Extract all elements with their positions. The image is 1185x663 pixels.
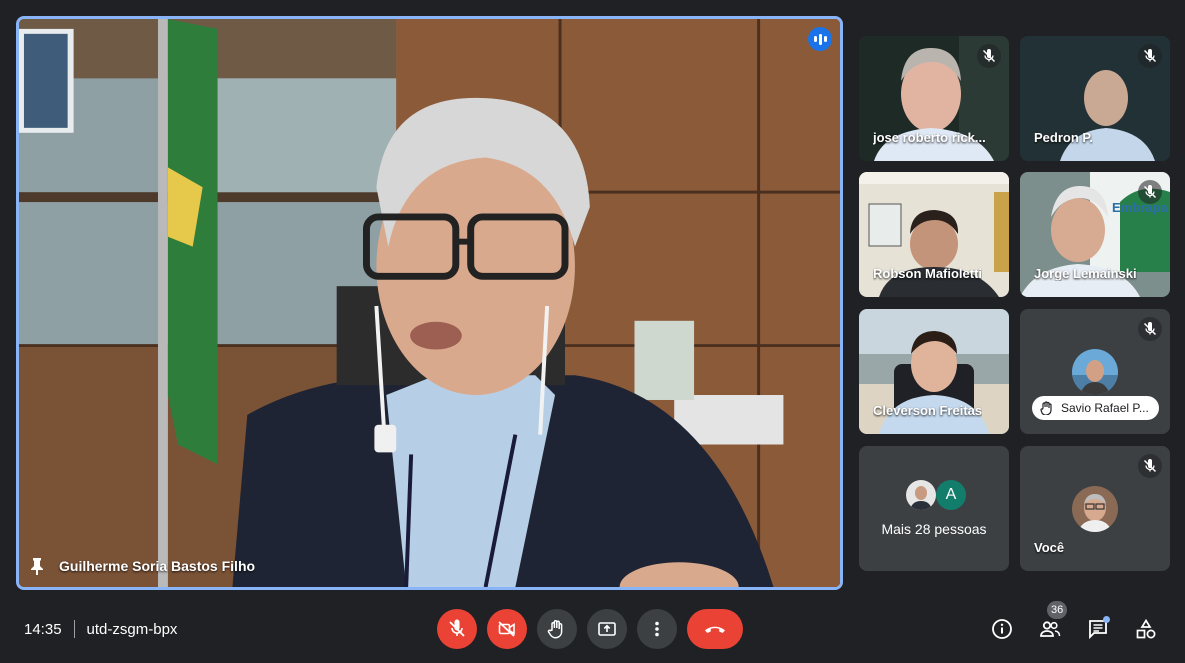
avatar xyxy=(906,480,936,510)
clock-time: 14:35 xyxy=(24,620,62,638)
mic-off-icon xyxy=(449,619,465,637)
participant-name: jose roberto rick... xyxy=(873,130,986,145)
svg-text:Embrapa: Embrapa xyxy=(1112,200,1168,215)
participant-name: Cleverson Freitas xyxy=(873,403,983,418)
activities-icon xyxy=(1136,618,1156,639)
activities-button[interactable] xyxy=(1133,616,1159,642)
people-icon xyxy=(1040,621,1061,637)
hangup-icon xyxy=(705,626,725,633)
camera-toggle-button[interactable] xyxy=(487,609,527,649)
letter-avatar: A xyxy=(936,480,966,510)
participant-tile-cleverson[interactable]: Cleverson Freitas xyxy=(859,309,1009,434)
avatar xyxy=(1072,486,1118,532)
main-speaker-name: Guilherme Soria Bastos Filho xyxy=(59,558,256,574)
bottom-bar: 14:35 utd-zsgm-bpx 36 xyxy=(0,600,1185,663)
more-options-button[interactable] xyxy=(637,609,677,649)
muted-mic-icon xyxy=(1138,180,1162,204)
more-participants-tile[interactable]: A Mais 28 pessoas xyxy=(859,446,1009,571)
call-controls xyxy=(437,609,743,649)
participant-name: Pedron P. xyxy=(1034,130,1094,145)
right-toolbar: 36 xyxy=(989,601,1159,642)
meeting-code[interactable]: utd-zsgm-bpx xyxy=(87,621,178,638)
meeting-details-button[interactable] xyxy=(989,616,1015,642)
muted-mic-icon xyxy=(977,44,1001,68)
pin-icon[interactable] xyxy=(29,557,45,575)
participant-count-badge: 36 xyxy=(1047,601,1068,619)
audio-level-icon xyxy=(808,27,832,51)
self-tile[interactable]: Você xyxy=(1020,446,1170,571)
main-speaker-tile[interactable]: Guilherme Soria Bastos Filho xyxy=(16,16,843,590)
people-button[interactable]: 36 xyxy=(1037,601,1068,642)
participant-name: Robson Mafioletti xyxy=(873,266,983,281)
muted-mic-icon xyxy=(1138,44,1162,68)
raise-hand-button[interactable] xyxy=(537,609,577,649)
participant-tile-jorge[interactable]: Embrapa Jorge Lemainski xyxy=(1020,172,1170,297)
participant-tile-pedron[interactable]: Pedron P. xyxy=(1020,36,1170,161)
more-options-icon xyxy=(655,621,659,637)
participant-tile-savio[interactable]: Savio Rafael P... xyxy=(1020,309,1170,434)
info-icon xyxy=(992,619,1012,639)
present-screen-button[interactable] xyxy=(587,609,627,649)
more-people-label: Mais 28 pessoas xyxy=(881,521,987,537)
raised-hand-icon xyxy=(1040,401,1052,415)
raised-hand-chip: Savio Rafael P... xyxy=(1032,396,1159,420)
meeting-info: 14:35 utd-zsgm-bpx xyxy=(24,620,177,638)
unread-dot xyxy=(1103,616,1110,623)
mic-toggle-button[interactable] xyxy=(437,609,477,649)
participant-tile-robson[interactable]: Robson Mafioletti xyxy=(859,172,1009,297)
muted-mic-icon xyxy=(1138,317,1162,341)
leave-call-button[interactable] xyxy=(687,609,743,649)
divider xyxy=(73,620,75,638)
main-speaker-name-row: Guilherme Soria Bastos Filho xyxy=(29,557,255,575)
participant-name: Você xyxy=(1034,540,1065,555)
chat-button[interactable] xyxy=(1085,616,1111,642)
present-screen-icon xyxy=(598,622,616,636)
muted-mic-icon xyxy=(1138,454,1162,478)
participant-name: Jorge Lemainski xyxy=(1034,266,1137,281)
avatar xyxy=(1072,349,1118,395)
speaker-video xyxy=(19,19,840,587)
more-avatars: A xyxy=(906,480,966,510)
raise-hand-icon xyxy=(547,620,563,639)
camera-off-icon xyxy=(498,621,515,637)
participant-name: Savio Rafael P... xyxy=(1061,401,1149,415)
participant-tile-jose[interactable]: jose roberto rick... xyxy=(859,36,1009,161)
